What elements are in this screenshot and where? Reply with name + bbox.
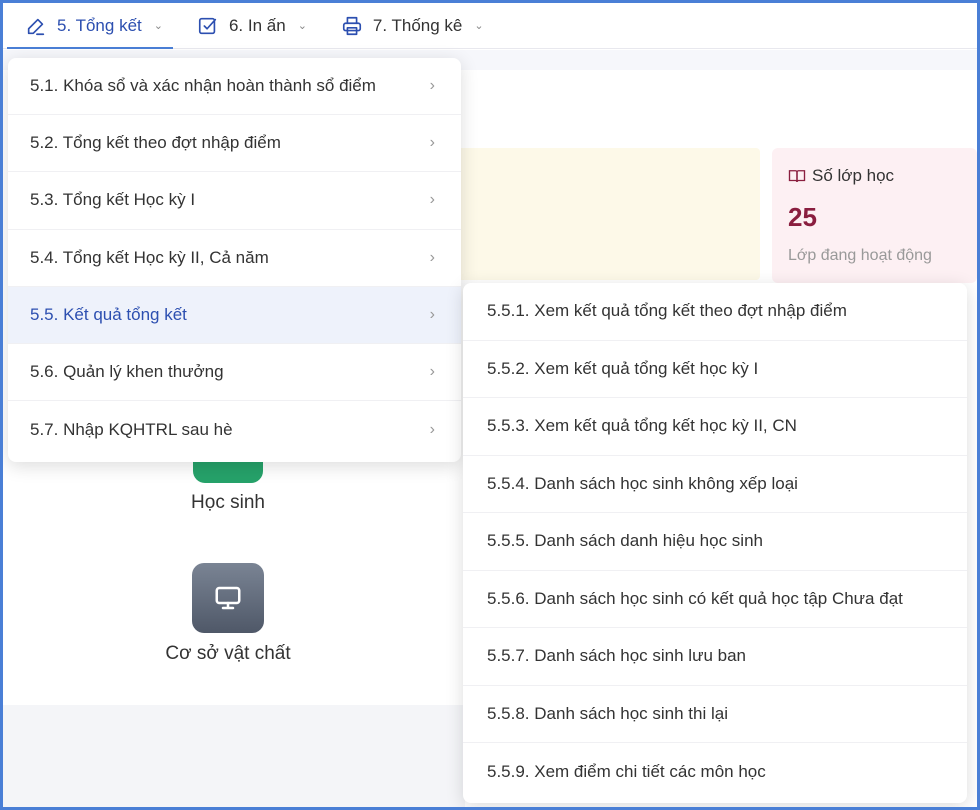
menu-item-5-1[interactable]: 5.1. Khóa sổ và xác nhận hoàn thành sổ đ… <box>8 58 461 116</box>
class-count-card[interactable]: Số lớp học 25 Lớp đang hoạt động <box>772 148 977 283</box>
tile-label-facilities[interactable]: Cơ sở vật chất <box>138 643 318 665</box>
submenu-item-label: 5.5.5. Danh sách danh hiệu học sinh <box>487 531 763 551</box>
submenu-item-5-5-5[interactable]: 5.5.5. Danh sách danh hiệu học sinh <box>463 513 967 571</box>
nav-item-tong-ket[interactable]: 5. Tổng kết ⌄ <box>7 3 173 49</box>
class-count-value: 25 <box>788 202 817 232</box>
menu-item-label: 5.7. Nhập KQHTRL sau hè <box>30 419 233 439</box>
menu-item-5-7[interactable]: 5.7. Nhập KQHTRL sau hè › <box>8 401 461 458</box>
menu-item-label: 5.1. Khóa sổ và xác nhận hoàn thành sổ đ… <box>30 76 376 96</box>
nav-item-label: 6. In ấn <box>228 15 286 35</box>
chevron-down-icon: ⌄ <box>153 20 163 32</box>
submenu-item-label: 5.5.7. Danh sách học sinh lưu ban <box>487 646 746 666</box>
menu-item-5-6[interactable]: 5.6. Quản lý khen thưởng › <box>8 344 461 402</box>
chevron-down-icon: ⌄ <box>474 20 484 32</box>
submenu-item-5-5-1[interactable]: 5.5.1. Xem kết quả tổng kết theo đợt nhậ… <box>463 283 967 341</box>
submenu-item-5-5-4[interactable]: 5.5.4. Danh sách học sinh không xếp loại <box>463 456 967 513</box>
facilities-tile[interactable] <box>192 563 264 633</box>
submenu-item-label: 5.5.8. Danh sách học sinh thi lại <box>487 703 728 723</box>
class-count-title: Số lớp học <box>812 166 895 185</box>
nav-item-in-an[interactable]: 6. In ấn ⌄ <box>197 3 307 49</box>
class-count-subtitle: Lớp đang hoạt động <box>788 247 932 264</box>
printer-icon <box>341 15 363 37</box>
nav-item-label: 7. Thống kê <box>372 15 463 35</box>
submenu-ket-qua-tong-ket: 5.5.1. Xem kết quả tổng kết theo đợt nhậ… <box>463 283 967 803</box>
chevron-right-icon: › <box>429 305 435 323</box>
nav-item-label: 5. Tổng kết <box>57 15 142 35</box>
menu-item-label: 5.3. Tổng kết Học kỳ I <box>30 190 196 210</box>
menu-item-5-3[interactable]: 5.3. Tổng kết Học kỳ I › <box>8 172 461 230</box>
chevron-right-icon: › <box>429 420 435 438</box>
submenu-item-label: 5.5.6. Danh sách học sinh có kết quả học… <box>487 588 903 608</box>
tile-label-students[interactable]: Học sinh <box>158 492 298 514</box>
menu-item-label: 5.4. Tổng kết Học kỳ II, Cả năm <box>30 247 269 267</box>
submenu-item-5-5-3[interactable]: 5.5.3. Xem kết quả tổng kết học kỳ II, C… <box>463 398 967 456</box>
chevron-down-icon: ⌄ <box>297 20 307 32</box>
menu-item-5-4[interactable]: 5.4. Tổng kết Học kỳ II, Cả năm › <box>8 230 461 287</box>
submenu-item-5-5-9[interactable]: 5.5.9. Xem điểm chi tiết các môn học <box>463 743 967 801</box>
chevron-right-icon: › <box>429 191 435 209</box>
submenu-item-5-5-6[interactable]: 5.5.6. Danh sách học sinh có kết quả học… <box>463 571 967 628</box>
top-navigation: 5. Tổng kết ⌄ 6. In ấn ⌄ 7. Thống kê ⌄ <box>3 3 977 49</box>
submenu-item-label: 5.5.9. Xem điểm chi tiết các môn học <box>487 761 766 781</box>
chevron-right-icon: › <box>429 248 435 266</box>
submenu-item-5-5-2[interactable]: 5.5.2. Xem kết quả tổng kết học kỳ I <box>463 341 967 398</box>
submenu-item-5-5-7[interactable]: 5.5.7. Danh sách học sinh lưu ban <box>463 628 967 686</box>
submenu-item-label: 5.5.3. Xem kết quả tổng kết học kỳ II, C… <box>487 416 797 436</box>
chevron-right-icon: › <box>429 77 435 95</box>
submenu-item-label: 5.5.2. Xem kết quả tổng kết học kỳ I <box>487 358 759 378</box>
submenu-item-5-5-8[interactable]: 5.5.8. Danh sách học sinh thi lại <box>463 686 967 743</box>
nav-item-thong-ke[interactable]: 7. Thống kê ⌄ <box>341 3 484 49</box>
pencil-icon <box>25 15 47 37</box>
menu-item-5-2[interactable]: 5.2. Tổng kết theo đợt nhập điểm › <box>8 115 461 173</box>
chevron-right-icon: › <box>429 134 435 152</box>
class-count-label-row: Số lớp học <box>788 166 961 186</box>
checkbox-icon <box>197 15 219 37</box>
summary-card <box>420 148 760 280</box>
submenu-item-label: 5.5.1. Xem kết quả tổng kết theo đợt nhậ… <box>487 301 847 321</box>
menu-item-label: 5.2. Tổng kết theo đợt nhập điểm <box>30 133 281 153</box>
dropdown-menu-tong-ket: 5.1. Khóa sổ và xác nhận hoàn thành sổ đ… <box>8 58 461 462</box>
menu-item-label: 5.5. Kết quả tổng kết <box>30 304 187 324</box>
menu-item-label: 5.6. Quản lý khen thưởng <box>30 362 224 382</box>
menu-item-5-5[interactable]: 5.5. Kết quả tổng kết › <box>8 286 461 344</box>
monitor-icon <box>215 586 241 610</box>
submenu-item-label: 5.5.4. Danh sách học sinh không xếp loại <box>487 473 798 493</box>
book-icon <box>788 170 806 183</box>
footer-area <box>3 705 465 807</box>
chevron-right-icon: › <box>429 363 435 381</box>
